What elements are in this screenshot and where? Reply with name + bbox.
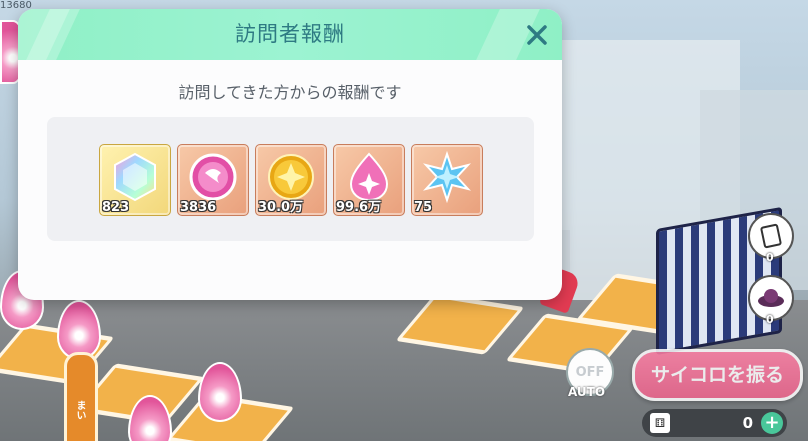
dice-count-bar: ⚅ 0 + [642, 409, 787, 437]
plus-icon[interactable]: + [761, 412, 783, 434]
reward-quantity: 823 [102, 200, 130, 215]
reward-quantity: 30.0万 [258, 200, 304, 215]
blue-star-icon [423, 151, 471, 203]
item-card-count: 0 [766, 251, 774, 264]
close-icon [527, 25, 547, 45]
auto-label: AUTO [568, 385, 606, 399]
reward-item[interactable]: 3836 [177, 144, 249, 216]
visitor-reward-dialog: 訪問者報酬 訪問してきた方からの報酬です 823 3836 30.0万 99.6… [18, 9, 562, 300]
reward-list: 823 3836 30.0万 99.6万 75 [47, 117, 534, 241]
reward-item[interactable]: 75 [411, 144, 483, 216]
reward-quantity: 3836 [180, 200, 217, 215]
auto-state: OFF [575, 364, 605, 380]
close-button[interactable] [522, 20, 552, 50]
reward-item[interactable]: 823 [99, 144, 171, 216]
pink-orb-icon [189, 153, 237, 201]
reward-quantity: 75 [414, 200, 433, 215]
reward-item[interactable]: 30.0万 [255, 144, 327, 216]
reward-quantity: 99.6万 [336, 200, 382, 215]
dice-count: 0 [742, 414, 753, 432]
board-sign [64, 352, 98, 441]
board-sign-text: まい [74, 400, 85, 420]
hat-count: 0 [766, 313, 774, 326]
rainbow-crystal-icon [114, 152, 156, 202]
dialog-subtitle: 訪問してきた方からの報酬です [178, 83, 402, 102]
dice-icon: ⚅ [650, 413, 670, 433]
dialog-title: 訪問者報酬 [235, 22, 345, 46]
roll-dice-button[interactable]: サイコロを振る [632, 349, 803, 401]
reward-item[interactable]: 99.6万 [333, 144, 405, 216]
